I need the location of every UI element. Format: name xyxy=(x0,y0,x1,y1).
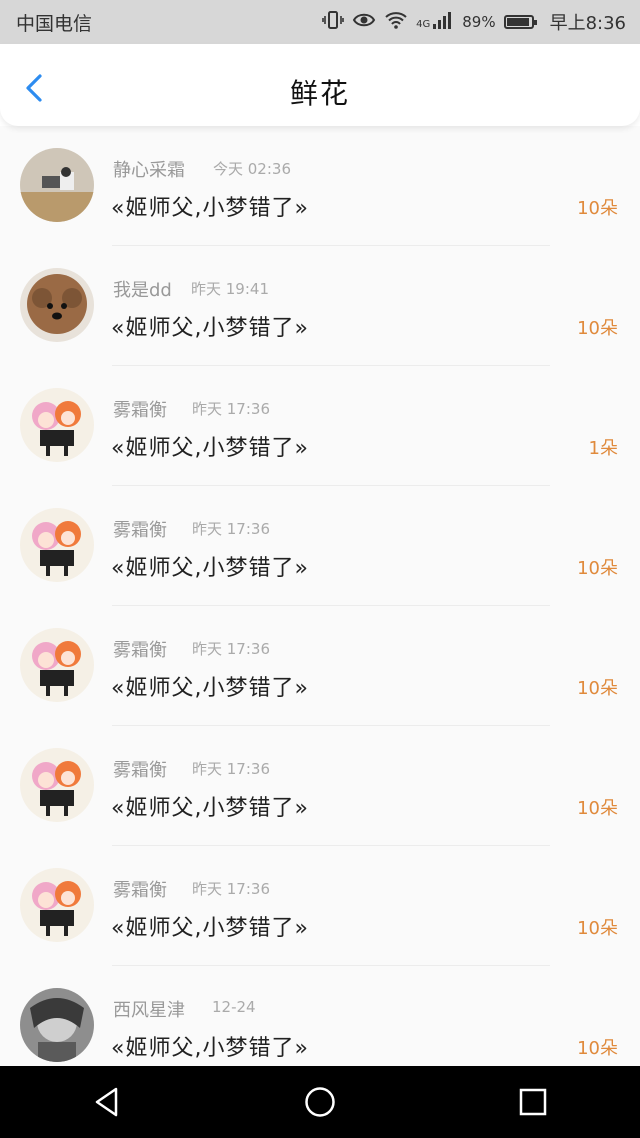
carrier-label: 中国电信 xyxy=(16,12,93,35)
message-text: «姬师父,小梦错了» xyxy=(111,1036,309,1061)
home-key[interactable] xyxy=(290,1077,350,1127)
square-recents-icon xyxy=(520,1088,547,1116)
network-type: 4G xyxy=(416,19,431,30)
flower-count: 1朵 xyxy=(588,438,618,459)
header: 鲜花 xyxy=(0,44,640,126)
list-item[interactable]: 雾霜衡 昨天 17:36 «姬师父,小梦错了» 10朵 xyxy=(0,486,640,606)
back-key[interactable] xyxy=(77,1077,137,1127)
sent-time: 今天 02:36 xyxy=(213,160,291,178)
system-nav-bar xyxy=(0,1066,640,1138)
page-title: 鲜花 xyxy=(289,77,350,110)
flower-count: 10朵 xyxy=(577,558,618,579)
avatar xyxy=(20,868,94,942)
sender-name: 雾霜衡 xyxy=(113,760,167,781)
circle-home-icon xyxy=(305,1087,335,1117)
avatar xyxy=(20,508,94,582)
flower-list: 静心采霜 今天 02:36 «姬师父,小梦错了» 10朵 我是dd 昨天 19:… xyxy=(0,126,640,1066)
flower-count: 10朵 xyxy=(577,198,618,219)
sender-name: 我是dd xyxy=(113,280,172,301)
message-text: «姬师父,小梦错了» xyxy=(111,796,309,821)
sent-time: 昨天 17:36 xyxy=(192,760,270,778)
battery-icon xyxy=(503,15,537,29)
list-item[interactable]: 雾霜衡 昨天 17:36 «姬师父,小梦错了» 10朵 xyxy=(0,726,640,846)
sender-name: 雾霜衡 xyxy=(113,520,167,541)
sender-name: 雾霜衡 xyxy=(113,880,167,901)
flower-count: 10朵 xyxy=(577,678,618,699)
flower-count: 10朵 xyxy=(577,798,618,819)
flower-count: 10朵 xyxy=(577,918,618,939)
sender-name: 雾霜衡 xyxy=(113,400,167,421)
clock: 早上8:36 xyxy=(549,13,626,34)
battery-percent: 89% xyxy=(462,13,496,31)
sent-time: 昨天 19:41 xyxy=(191,280,269,298)
message-text: «姬师父,小梦错了» xyxy=(111,436,309,461)
avatar xyxy=(20,628,94,702)
message-text: «姬师父,小梦错了» xyxy=(111,196,309,221)
sent-time: 昨天 17:36 xyxy=(192,880,270,898)
recents-key[interactable] xyxy=(503,1077,563,1127)
sent-time: 昨天 17:36 xyxy=(192,520,270,538)
signal-icon xyxy=(432,10,454,35)
list-item[interactable]: 雾霜衡 昨天 17:36 «姬师父,小梦错了» 10朵 xyxy=(0,606,640,726)
list-item[interactable]: 雾霜衡 昨天 17:36 «姬师父,小梦错了» 1朵 xyxy=(0,366,640,486)
flower-count: 10朵 xyxy=(577,1038,618,1059)
message-text: «姬师父,小梦错了» xyxy=(111,316,309,341)
wifi-icon xyxy=(384,10,408,35)
avatar xyxy=(20,988,94,1062)
sender-name: 西风星津 xyxy=(113,1000,185,1021)
avatar xyxy=(20,388,94,462)
triangle-back-icon xyxy=(95,1087,117,1117)
list-item[interactable]: 雾霜衡 昨天 17:36 «姬师父,小梦错了» 10朵 xyxy=(0,846,640,966)
sender-name: 静心采霜 xyxy=(113,160,185,181)
message-text: «姬师父,小梦错了» xyxy=(111,556,309,581)
list-item[interactable]: 西风星津 12-24 «姬师父,小梦错了» 10朵 xyxy=(0,966,640,1066)
eye-icon xyxy=(352,11,376,34)
message-text: «姬师父,小梦错了» xyxy=(111,676,309,701)
status-bar: 中国电信 4G 89% 早上8:36 xyxy=(0,0,640,44)
sent-time: 12-24 xyxy=(212,998,256,1016)
vibrate-icon xyxy=(322,10,344,35)
avatar xyxy=(20,148,94,222)
flower-count: 10朵 xyxy=(577,318,618,339)
list-item[interactable]: 静心采霜 今天 02:36 «姬师父,小梦错了» 10朵 xyxy=(0,126,640,246)
sender-name: 雾霜衡 xyxy=(113,640,167,661)
sent-time: 昨天 17:36 xyxy=(192,400,270,418)
avatar xyxy=(20,268,94,342)
status-icons: 4G 89% 早上8:36 xyxy=(322,9,626,35)
sent-time: 昨天 17:36 xyxy=(192,640,270,658)
avatar xyxy=(20,748,94,822)
list-item[interactable]: 我是dd 昨天 19:41 «姬师父,小梦错了» 10朵 xyxy=(0,246,640,366)
message-text: «姬师父,小梦错了» xyxy=(111,916,309,941)
